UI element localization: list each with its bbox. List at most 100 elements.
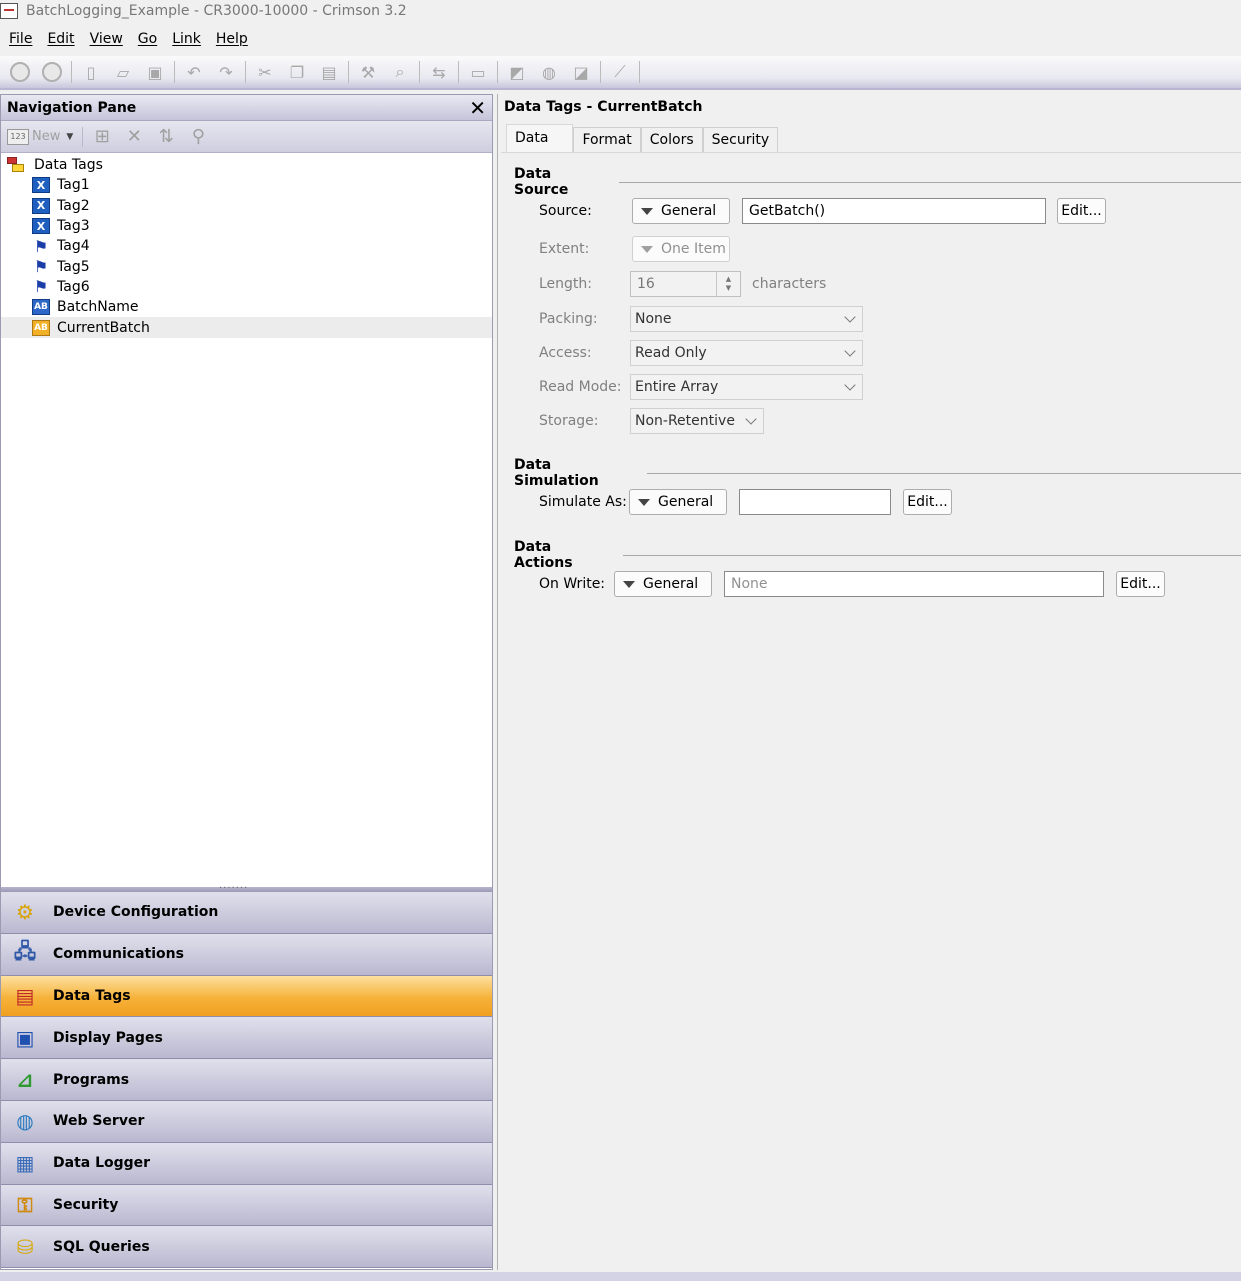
send-icon[interactable]: ◩	[506, 61, 528, 83]
tree-item-label: Data Tags	[34, 157, 103, 174]
section-title: Data Simulation	[514, 457, 599, 489]
category-programs[interactable]: ⊿ Programs	[1, 1059, 492, 1101]
tree-item-tag1[interactable]: X Tag1	[1, 175, 492, 195]
paste-icon[interactable]: ▤	[318, 61, 340, 83]
tree-item-batchname[interactable]: AB BatchName	[1, 297, 492, 317]
menu-bar: File Edit View Go Link Help	[0, 26, 1241, 52]
menu-link[interactable]: Link	[172, 31, 201, 47]
navigation-pane-title: Navigation Pane	[7, 99, 137, 116]
section-title: Data Source	[514, 166, 569, 198]
find-replace-icon[interactable]: ⚒	[357, 61, 379, 83]
readmode-select[interactable]: Entire Array	[630, 374, 863, 400]
tab-content: Data Source Source: General GetBatch() E…	[501, 152, 1241, 1268]
section-divider	[619, 181, 1241, 183]
category-communications[interactable]: 🖧 Communications	[1, 933, 492, 976]
tab-data[interactable]: Data	[506, 124, 574, 152]
category-security[interactable]: ⚿ Security	[1, 1184, 492, 1227]
forward-icon[interactable]	[41, 61, 63, 83]
section-divider	[622, 554, 1241, 556]
category-device-configuration[interactable]: ⚙ Device Configuration	[1, 892, 492, 934]
flag-tag-icon: ⚑	[33, 236, 49, 256]
tree-item-tag4[interactable]: ⚑ Tag4	[1, 236, 492, 256]
toolbar-separator	[348, 61, 349, 83]
tab-colors[interactable]: Colors	[640, 127, 703, 152]
packing-select[interactable]: None	[630, 306, 863, 332]
onwrite-label: On Write:	[539, 576, 606, 592]
menu-file[interactable]: File	[9, 31, 32, 47]
simulate-edit-button[interactable]: Edit...	[903, 489, 952, 515]
cut-icon[interactable]: ✂	[254, 61, 276, 83]
source-mode-dropdown[interactable]: General	[632, 198, 730, 224]
save-icon[interactable]: ▣	[144, 61, 166, 83]
numeric-tag-icon: X	[32, 197, 50, 214]
source-mode-value: General	[661, 203, 717, 219]
category-data-tags[interactable]: ▤ Data Tags	[1, 975, 492, 1018]
section-data-simulation: Data Simulation	[514, 457, 1241, 489]
simulate-mode-dropdown[interactable]: General	[629, 489, 727, 515]
tree-item-tag2[interactable]: X Tag2	[1, 196, 492, 216]
main-toolbar: ▯ ▱ ▣ ↶ ↷ ✂ ❐ ▤ ⚒ ⌕ ⇆ ▭ ◩ ◍ ◪ ⟋	[0, 56, 1241, 90]
simulate-mode-value: General	[658, 494, 714, 510]
extent-dropdown[interactable]: One Item	[632, 236, 730, 262]
upload-icon[interactable]: ◪	[570, 61, 592, 83]
onwrite-edit-button[interactable]: Edit...	[1116, 571, 1165, 597]
sort-icon[interactable]: ⇅	[155, 126, 177, 148]
tab-format[interactable]: Format	[573, 127, 641, 152]
new-file-icon[interactable]: ▯	[80, 61, 102, 83]
section-divider	[647, 472, 1241, 474]
category-label: Security	[53, 1196, 119, 1213]
web-icon[interactable]: ◍	[538, 61, 560, 83]
menu-view[interactable]: View	[90, 31, 123, 47]
source-edit-button[interactable]: Edit...	[1057, 198, 1106, 224]
length-suffix: characters	[752, 276, 827, 292]
onwrite-action-input[interactable]: None	[724, 571, 1104, 597]
tree-item-tag5[interactable]: ⚑ Tag5	[1, 256, 492, 276]
delete-icon[interactable]: ✕	[123, 126, 145, 148]
link-icon[interactable]: ⇆	[428, 61, 450, 83]
close-icon[interactable]: ✕	[469, 98, 486, 118]
redo-icon[interactable]: ↷	[215, 61, 237, 83]
undo-icon[interactable]: ↶	[183, 61, 205, 83]
source-expression-input[interactable]: GetBatch()	[742, 198, 1046, 224]
stepper-arrows-icon[interactable]: ▲ ▼	[716, 272, 740, 296]
category-display-pages[interactable]: ▣ Display Pages	[1, 1017, 492, 1060]
storage-select[interactable]: Non-Retentive	[630, 408, 764, 434]
toolbar-separator	[639, 61, 640, 83]
copy-icon[interactable]: ❐	[286, 61, 308, 83]
menu-go[interactable]: Go	[138, 31, 157, 47]
open-file-icon[interactable]: ▱	[112, 61, 134, 83]
packing-value: None	[635, 311, 672, 327]
toolbar-separator	[71, 61, 72, 83]
database-icon: ⛁	[16, 1234, 34, 1259]
tree-item-currentbatch[interactable]: AB CurrentBatch	[1, 317, 492, 338]
toolbar-separator	[245, 61, 246, 83]
editor-pane: Data Tags - CurrentBatch Data Format Col…	[497, 94, 1241, 1270]
tree-item-tag6[interactable]: ⚑ Tag6	[1, 277, 492, 297]
storage-value: Non-Retentive	[635, 413, 735, 429]
back-icon[interactable]	[9, 61, 31, 83]
tool-icon[interactable]: ⟋	[609, 61, 631, 83]
category-web-server[interactable]: ◍ Web Server	[1, 1100, 492, 1143]
category-data-logger[interactable]: ▦ Data Logger	[1, 1142, 492, 1185]
title-bar: BatchLogging_Example - CR3000-10000 - Cr…	[0, 0, 1241, 22]
category-label: Data Tags	[53, 987, 131, 1004]
source-label: Source:	[539, 203, 592, 219]
screen-icon[interactable]: ▭	[467, 61, 489, 83]
tree-root-data-tags[interactable]: Data Tags	[1, 155, 492, 175]
simulate-value-input[interactable]	[739, 489, 891, 515]
tree-item-tag3[interactable]: X Tag3	[1, 216, 492, 236]
new-button[interactable]: 123 New ▼	[7, 128, 73, 145]
new-folder-icon[interactable]: ⊞	[91, 126, 113, 148]
find-icon[interactable]: ⌕	[389, 61, 411, 83]
extent-label: Extent:	[539, 241, 590, 257]
onwrite-mode-dropdown[interactable]: General	[614, 571, 712, 597]
menu-edit[interactable]: Edit	[47, 31, 74, 47]
access-select[interactable]: Read Only	[630, 340, 863, 366]
category-sql-queries[interactable]: ⛁ SQL Queries	[1, 1226, 492, 1269]
length-stepper[interactable]: 16 ▲ ▼	[630, 271, 741, 297]
menu-help[interactable]: Help	[216, 31, 248, 47]
readmode-label: Read Mode:	[539, 379, 622, 395]
tab-security[interactable]: Security	[702, 127, 779, 152]
search-icon[interactable]: ⚲	[187, 126, 209, 148]
category-label: Data Logger	[53, 1155, 151, 1172]
